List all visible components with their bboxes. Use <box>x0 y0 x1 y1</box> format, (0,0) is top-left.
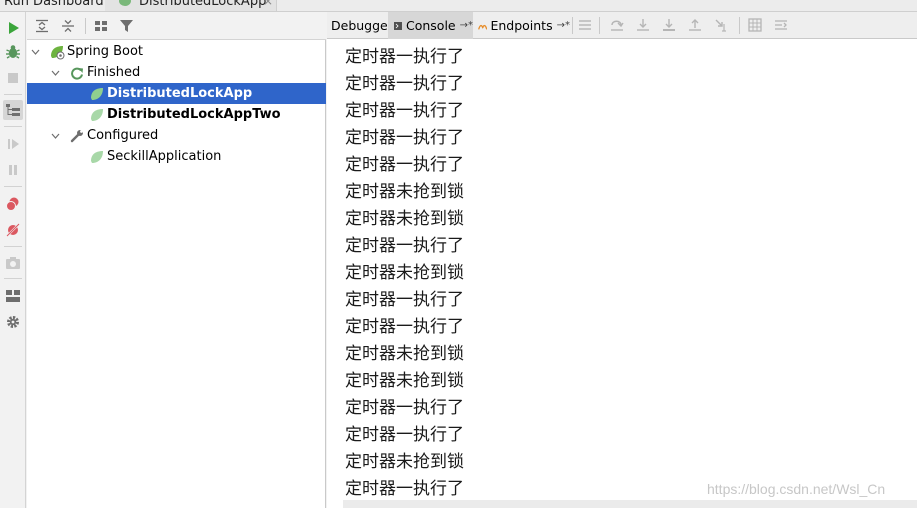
expand-all-icon[interactable] <box>32 16 52 36</box>
console-line: 定时器一执行了 <box>345 74 464 94</box>
settings-icon[interactable] <box>3 312 23 332</box>
tab-label: DistributedLockApp <box>139 0 267 9</box>
step-out-icon[interactable] <box>685 15 705 35</box>
console-line: 定时器一执行了 <box>345 47 464 67</box>
console-gutter <box>327 40 343 508</box>
menu-icon[interactable] <box>575 15 595 35</box>
tree-node-label: SeckillApplication <box>107 149 222 164</box>
spring-leaf-icon <box>89 107 105 123</box>
toolbar-divider <box>4 278 22 279</box>
step-over-icon[interactable] <box>607 15 627 35</box>
window-title: Run Dashboard: <box>4 0 108 9</box>
toolbar-divider <box>85 18 86 34</box>
tab-debugger[interactable]: Debugger <box>327 12 393 39</box>
tree-node-distributed-lock-app[interactable]: DistributedLockApp <box>27 83 326 104</box>
tree-node-spring-boot[interactable]: Spring Boot <box>27 41 326 62</box>
run-dashboard-tree-panel: Spring Boot Finished DistributedLockApp … <box>27 12 326 508</box>
collapse-all-icon[interactable] <box>58 16 78 36</box>
tab-console[interactable]: Console →* <box>388 12 473 39</box>
watermark: https://blog.csdn.net/Wsl_Cn <box>707 481 886 497</box>
close-icon[interactable]: × <box>263 0 273 8</box>
console-panel: Debugger Console →* Endpoints →* 定时器一执行了… <box>327 12 917 508</box>
tab-label: Debugger <box>331 18 393 33</box>
left-toolbar <box>0 12 26 508</box>
title-bar: Run Dashboard: DistributedLockApp × <box>0 0 917 12</box>
spring-boot-icon <box>49 44 65 60</box>
tab-endpoints[interactable]: Endpoints →* <box>474 12 570 39</box>
console-line: 定时器未抢到锁 <box>345 371 464 391</box>
evaluate-icon[interactable] <box>745 15 765 35</box>
tree-node-label: Finished <box>87 65 141 80</box>
tab-label: Console <box>405 18 456 33</box>
tree-node-distributed-lock-app-two[interactable]: DistributedLockAppTwo <box>27 104 326 125</box>
debug-tab-bar: Debugger Console →* Endpoints →* <box>327 12 917 39</box>
toolbar-divider <box>4 126 22 127</box>
force-step-into-icon[interactable] <box>659 15 679 35</box>
toolbar-divider <box>4 246 22 247</box>
layout-icon[interactable] <box>3 286 23 306</box>
toolbar-divider <box>599 17 600 34</box>
console-line: 定时器未抢到锁 <box>345 182 464 202</box>
resume-icon[interactable] <box>3 134 23 154</box>
console-line: 定时器一执行了 <box>345 290 464 310</box>
tree-node-label: Spring Boot <box>67 44 144 59</box>
console-line: 定时器一执行了 <box>345 236 464 256</box>
toolbar-divider <box>4 186 22 187</box>
run-icon[interactable] <box>3 18 23 38</box>
chevron-down-icon[interactable] <box>29 41 41 62</box>
console-line: 定时器一执行了 <box>345 398 464 418</box>
trace-icon[interactable] <box>771 15 791 35</box>
spring-leaf-icon <box>89 149 105 165</box>
tree-toolbar <box>27 12 326 40</box>
console-line: 定时器一执行了 <box>345 317 464 337</box>
horizontal-scrollbar[interactable] <box>343 500 917 508</box>
toolbar-divider <box>572 17 573 34</box>
group-icon[interactable] <box>91 16 111 36</box>
breakpoints-icon[interactable] <box>3 194 23 214</box>
endpoints-icon <box>478 24 488 30</box>
mute-breakpoints-icon[interactable] <box>3 220 23 240</box>
tree-node-seckill-application[interactable]: SeckillApplication <box>27 146 326 167</box>
toolbar-divider <box>4 94 22 95</box>
console-line: 定时器未抢到锁 <box>345 344 464 364</box>
spring-leaf-icon <box>119 0 131 6</box>
console-line: 定时器一执行了 <box>345 128 464 148</box>
pin-icon[interactable]: →* <box>557 20 570 31</box>
tree-node-label: Configured <box>87 128 159 143</box>
stop-icon[interactable] <box>3 68 23 88</box>
tab-label: Endpoints <box>490 18 553 33</box>
tab-distributed-lock-app[interactable]: DistributedLockApp × <box>105 0 277 11</box>
tree-node-configured[interactable]: Configured <box>27 125 326 146</box>
camera-icon[interactable] <box>3 253 23 273</box>
filter-icon[interactable] <box>117 16 137 36</box>
debug-icon[interactable] <box>3 42 23 62</box>
toolbar-divider <box>739 17 740 34</box>
tree-view-icon[interactable] <box>3 100 23 120</box>
console-line: 定时器未抢到锁 <box>345 209 464 229</box>
refresh-icon <box>69 65 85 81</box>
step-into-icon[interactable] <box>633 15 653 35</box>
pin-icon[interactable]: →* <box>460 20 473 31</box>
wrench-icon <box>69 128 85 144</box>
pause-icon[interactable] <box>3 160 23 180</box>
tree-node-label: DistributedLockApp <box>107 86 253 101</box>
console-line: 定时器一执行了 <box>345 479 464 499</box>
console-line: 定时器一执行了 <box>345 425 464 445</box>
console-output[interactable]: 定时器一执行了 定时器一执行了 定时器一执行了 定时器一执行了 定时器一执行了 … <box>327 40 917 508</box>
run-to-cursor-icon[interactable] <box>711 15 731 35</box>
console-line: 定时器未抢到锁 <box>345 263 464 283</box>
console-line: 定时器一执行了 <box>345 155 464 175</box>
spring-leaf-icon <box>89 86 105 102</box>
console-icon <box>394 21 402 30</box>
tree-node-label: DistributedLockAppTwo <box>107 107 281 122</box>
console-line: 定时器一执行了 <box>345 101 464 121</box>
chevron-down-icon[interactable] <box>49 62 61 83</box>
chevron-down-icon[interactable] <box>49 125 61 146</box>
tree-node-finished[interactable]: Finished <box>27 62 326 83</box>
console-line: 定时器未抢到锁 <box>345 452 464 472</box>
